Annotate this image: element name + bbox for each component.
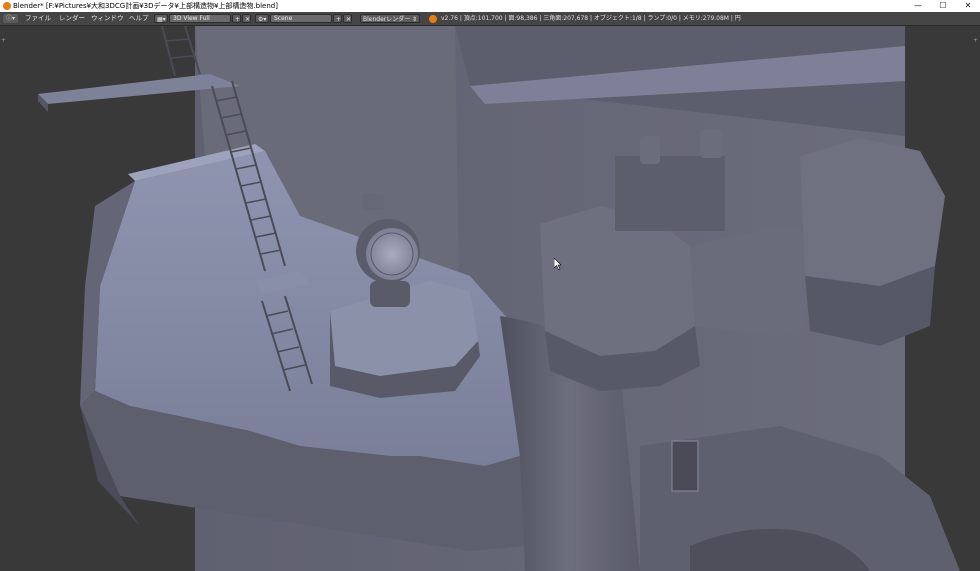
menu-help[interactable]: ヘルプ: [129, 12, 149, 25]
remove-layout-button[interactable]: ✕: [242, 14, 251, 23]
window-titlebar: Blender* [F:¥Pictures¥大和3DCG計画¥3Dデータ¥上部構…: [0, 0, 980, 12]
ship-model-render: [0, 26, 980, 571]
chevron-updown-icon: ⇕: [411, 16, 417, 23]
window-title: Blender* [F:¥Pictures¥大和3DCG計画¥3Dデータ¥上部構…: [13, 2, 278, 10]
scene-icon[interactable]: ⚙▾: [255, 14, 269, 23]
remove-scene-button[interactable]: ✕: [343, 14, 352, 23]
mouse-cursor-icon: [554, 258, 562, 270]
area-split-corner-icon[interactable]: +: [1, 38, 7, 44]
add-layout-button[interactable]: +: [232, 14, 241, 23]
screen-layout-field[interactable]: 3D View Full: [169, 14, 231, 23]
render-engine-label: Blenderレンダー: [363, 16, 411, 23]
editor-type-icon[interactable]: ⓘ▾: [3, 14, 18, 23]
render-icon: [429, 15, 437, 23]
close-window-button[interactable]: ✕: [957, 0, 979, 12]
menu-render[interactable]: レンダー: [59, 12, 85, 25]
minimize-button[interactable]: —: [907, 0, 929, 12]
scene-field[interactable]: Scene: [270, 14, 332, 23]
render-engine-select[interactable]: Blenderレンダー ⇕: [360, 14, 420, 23]
scene-stats: v2.76 | 頂点:101,700 | 面:98,386 | 三角面:207,…: [441, 15, 741, 22]
3d-viewport[interactable]: + +: [0, 26, 980, 571]
menu-window[interactable]: ウィンドウ: [91, 12, 124, 25]
maximize-button[interactable]: ☐: [932, 0, 954, 12]
blender-logo-icon: [3, 2, 11, 10]
menu-file[interactable]: ファイル: [25, 12, 51, 25]
layout-icon[interactable]: ▦▾: [154, 14, 168, 23]
add-scene-button[interactable]: +: [333, 14, 342, 23]
area-split-corner-icon[interactable]: +: [973, 38, 979, 44]
info-header: ⓘ▾ ファイル レンダー ウィンドウ ヘルプ ▦▾ 3D View Full +…: [0, 12, 980, 26]
